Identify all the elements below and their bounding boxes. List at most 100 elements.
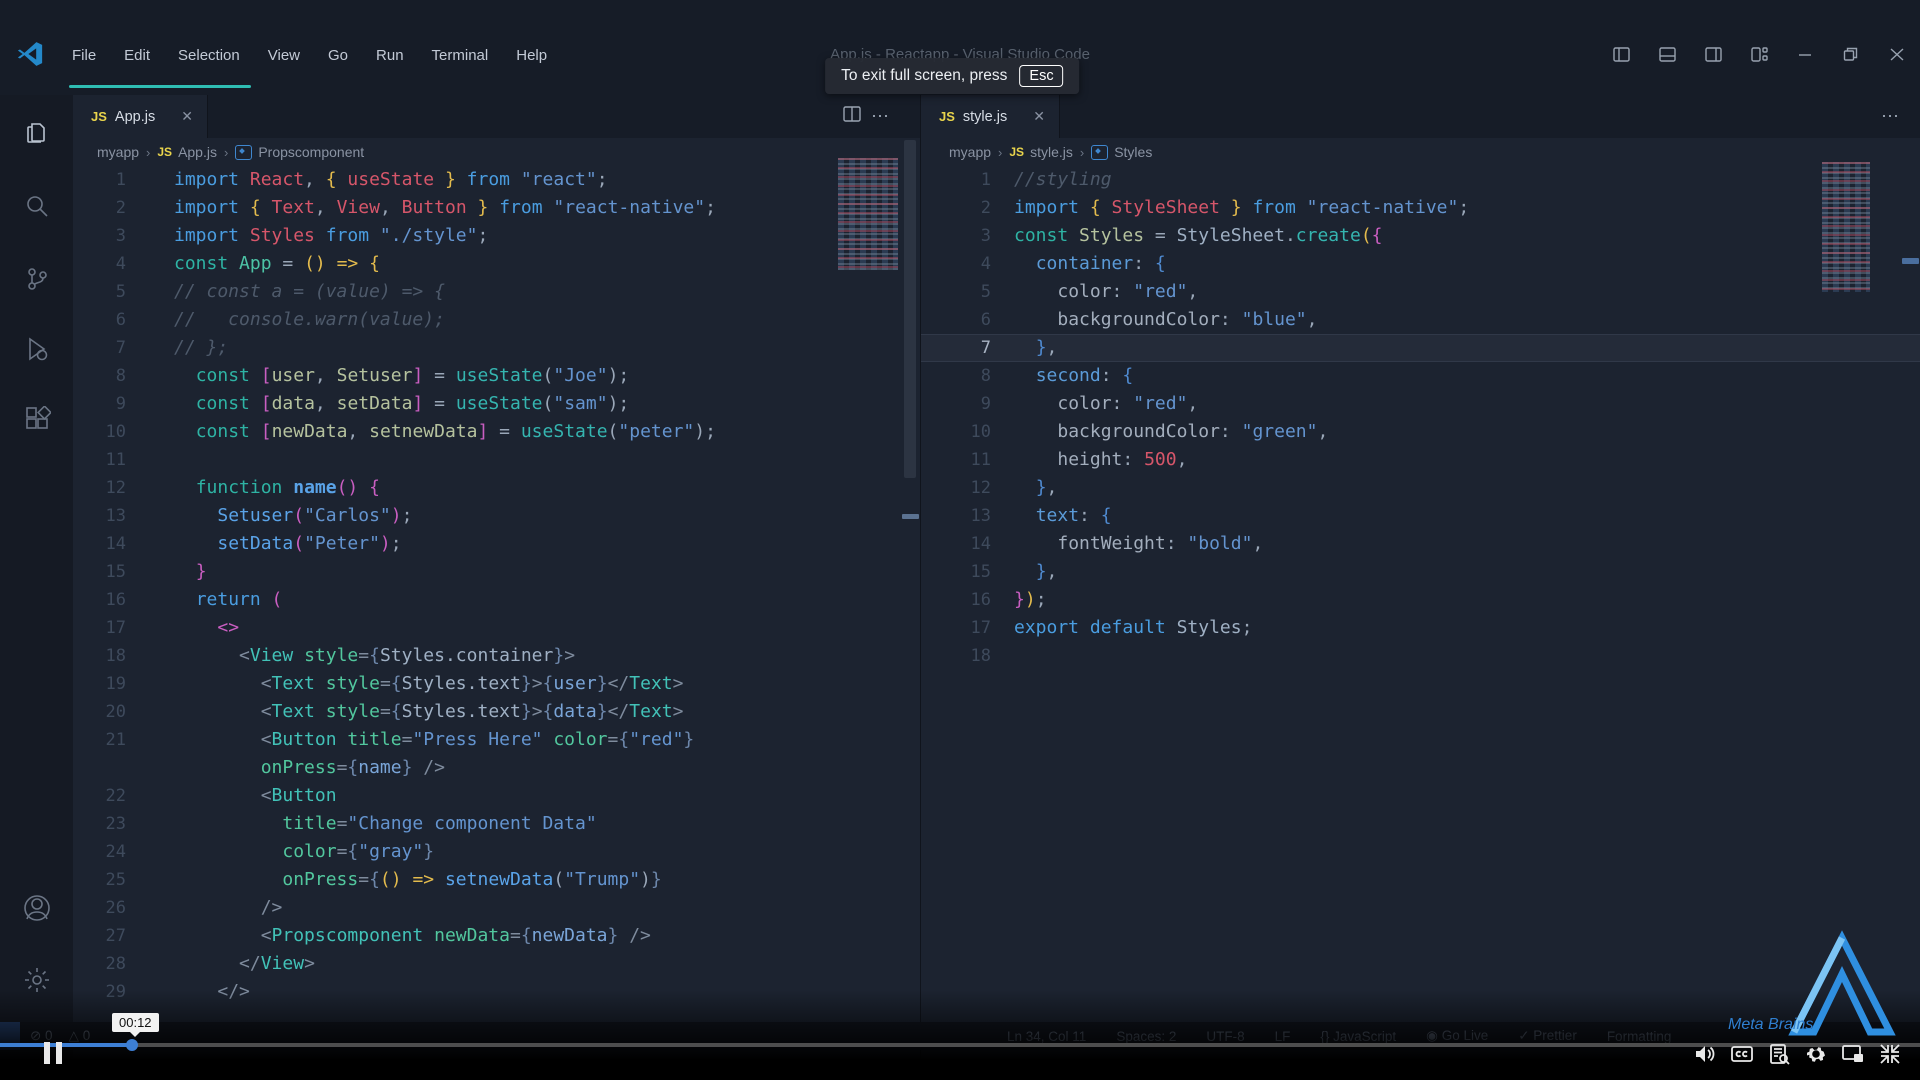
code-line: 5 // const a = (value) => { bbox=[73, 278, 920, 306]
restore-button[interactable] bbox=[1828, 47, 1874, 62]
line-number: 14 bbox=[970, 534, 991, 554]
breadcrumb-item[interactable]: Propscomponent bbox=[258, 144, 364, 160]
line-number: 17 bbox=[105, 618, 126, 638]
explorer-icon[interactable] bbox=[0, 110, 73, 156]
line-number: 3 bbox=[980, 226, 991, 246]
close-tab-icon[interactable]: ✕ bbox=[1033, 108, 1045, 125]
code-text: setData("Peter"); bbox=[217, 533, 402, 554]
code-line: 8 const [user, Setuser] = useState("Joe"… bbox=[73, 362, 920, 390]
tab-appjs[interactable]: JS App.js ✕ bbox=[73, 95, 208, 138]
run-debug-icon[interactable] bbox=[0, 326, 73, 372]
settings-gear-icon[interactable] bbox=[0, 957, 73, 1003]
code-line: 6 // console.warn(value); bbox=[73, 306, 920, 334]
video-time-tooltip: 00:12 bbox=[112, 1013, 159, 1037]
exit-fullscreen-icon[interactable] bbox=[1878, 1042, 1902, 1066]
volume-icon[interactable] bbox=[1693, 1042, 1717, 1066]
close-window-button[interactable] bbox=[1874, 47, 1920, 62]
line-number: 11 bbox=[970, 450, 991, 470]
code-line: 15 }, bbox=[921, 558, 1920, 586]
window-controls bbox=[1598, 36, 1920, 72]
code-line: 19 <Text style={Styles.text}>{user}</Tex… bbox=[73, 670, 920, 698]
captions-icon[interactable] bbox=[1730, 1042, 1754, 1066]
breadcrumb-item[interactable]: style.js bbox=[1030, 144, 1073, 160]
code-line: 7 }, bbox=[921, 334, 1920, 362]
code-text: backgroundColor: "green", bbox=[1057, 421, 1329, 442]
more-actions-icon[interactable]: ⋯ bbox=[1871, 106, 1910, 127]
miniplayer-icon[interactable] bbox=[1841, 1042, 1865, 1066]
status-item[interactable]: UTF-8 bbox=[1206, 1029, 1244, 1044]
status-item[interactable]: ✓ Prettier bbox=[1518, 1028, 1577, 1044]
code-text: }, bbox=[1035, 561, 1058, 582]
status-item[interactable]: △ 0 bbox=[69, 1028, 91, 1044]
code-line: 17 export default Styles; bbox=[921, 614, 1920, 642]
line-number: 16 bbox=[970, 590, 991, 610]
js-icon: JS bbox=[157, 145, 173, 159]
search-icon[interactable] bbox=[0, 183, 73, 229]
code-line: 16}); bbox=[921, 586, 1920, 614]
line-number: 16 bbox=[105, 590, 126, 610]
code-line: 12 }, bbox=[921, 474, 1920, 502]
breadcrumb[interactable]: myapp › JS App.js › Propscomponent bbox=[73, 138, 920, 166]
close-tab-icon[interactable]: ✕ bbox=[181, 108, 193, 125]
code-text: </View> bbox=[239, 953, 315, 974]
status-item[interactable]: Formatting bbox=[1607, 1029, 1672, 1044]
minimap[interactable] bbox=[1822, 162, 1870, 292]
source-control-icon[interactable] bbox=[0, 256, 73, 302]
status-item[interactable]: ◉ Go Live bbox=[1426, 1028, 1488, 1044]
settings-gear-icon[interactable] bbox=[1804, 1042, 1828, 1066]
status-item[interactable]: Ln 34, Col 11 bbox=[1007, 1029, 1086, 1044]
minimize-button[interactable] bbox=[1782, 47, 1828, 62]
code-text: // console.warn(value); bbox=[174, 309, 445, 330]
code-editor-stylejs[interactable]: 1 //styling 2 import { StyleSheet } from "r… bbox=[921, 166, 1920, 670]
minimap[interactable] bbox=[838, 158, 898, 270]
line-number: 6 bbox=[115, 310, 126, 330]
code-line: 24 color={"gray"} bbox=[73, 838, 920, 866]
code-line: 4 container: { bbox=[921, 250, 1920, 278]
line-number: 10 bbox=[970, 422, 991, 442]
line-number: 5 bbox=[980, 282, 991, 302]
breadcrumb-item[interactable]: App.js bbox=[178, 144, 217, 160]
code-text: import { StyleSheet } from "react-native… bbox=[1014, 197, 1470, 218]
transcript-icon[interactable] bbox=[1767, 1042, 1791, 1066]
breadcrumb[interactable]: myapp › JS style.js › Styles bbox=[921, 138, 1920, 166]
toggle-secondary-sidebar-icon[interactable] bbox=[1690, 46, 1736, 62]
code-editor-appjs[interactable]: 1 import React, { useState } from "react"… bbox=[73, 166, 920, 1006]
line-number: 23 bbox=[105, 814, 126, 834]
status-item[interactable]: {} JavaScript bbox=[1320, 1029, 1396, 1044]
line-number bbox=[73, 754, 126, 782]
extensions-icon[interactable] bbox=[0, 397, 73, 443]
toggle-primary-sidebar-icon[interactable] bbox=[1598, 46, 1644, 62]
code-line: 1 //styling bbox=[921, 166, 1920, 194]
pause-button[interactable] bbox=[42, 1042, 64, 1064]
tab-stylejs[interactable]: JS style.js ✕ bbox=[921, 95, 1060, 138]
js-icon: JS bbox=[939, 109, 955, 124]
status-item[interactable]: LF bbox=[1275, 1029, 1291, 1044]
editor-group-right: JS style.js ✕ ⋯ myapp › JS style.js › Styles … bbox=[921, 95, 1920, 1080]
code-text: import { Text, View, Button } from "reac… bbox=[174, 197, 716, 218]
split-editor-icon[interactable] bbox=[843, 106, 861, 127]
code-line: 12 function name() { bbox=[73, 474, 920, 502]
account-icon[interactable] bbox=[0, 885, 73, 931]
line-number: 25 bbox=[105, 870, 126, 890]
line-number: 5 bbox=[115, 282, 126, 302]
line-number: 26 bbox=[105, 898, 126, 918]
status-item[interactable]: Spaces: 2 bbox=[1116, 1029, 1176, 1044]
code-line: 26 /> bbox=[73, 894, 920, 922]
code-line: 11 height: 500, bbox=[921, 446, 1920, 474]
breadcrumb-item[interactable]: Styles bbox=[1114, 144, 1152, 160]
more-actions-icon[interactable]: ⋯ bbox=[861, 106, 900, 127]
video-progress-knob[interactable] bbox=[126, 1039, 138, 1051]
code-text: // }; bbox=[174, 337, 229, 358]
line-number: 27 bbox=[105, 926, 126, 946]
code-text: }); bbox=[1014, 589, 1047, 610]
breadcrumb-item[interactable]: myapp bbox=[949, 144, 991, 160]
scrollbar-slider[interactable] bbox=[904, 140, 916, 478]
toggle-panel-icon[interactable] bbox=[1644, 46, 1690, 62]
code-text: fontWeight: "bold", bbox=[1057, 533, 1264, 554]
annotation-underline bbox=[69, 85, 251, 88]
breadcrumb-item[interactable]: myapp bbox=[97, 144, 139, 160]
customize-layout-icon[interactable] bbox=[1736, 46, 1782, 62]
video-progress-bar[interactable] bbox=[0, 1039, 1920, 1051]
js-icon: JS bbox=[91, 109, 107, 124]
